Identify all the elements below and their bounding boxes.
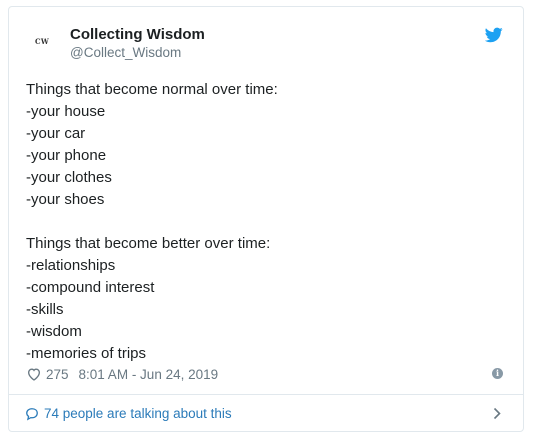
talking-label[interactable]: 74 people are talking about this [44, 406, 232, 421]
list-item: -your shoes [26, 191, 105, 208]
section-heading-better: Things that become better over time: [26, 235, 271, 252]
timestamp[interactable]: 8:01 AM - Jun 24, 2019 [79, 367, 219, 382]
avatar[interactable]: CW [25, 24, 59, 58]
list-item: -your phone [26, 147, 107, 164]
embedded-tweet-card[interactable]: CW Collecting Wisdom @Collect_Wisdom Thi… [8, 6, 524, 432]
section-heading-normal: Things that become normal over time: [26, 81, 278, 98]
tweet-meta: 275 8:01 AM - Jun 24, 2019 [26, 365, 218, 383]
speech-bubble-icon [26, 407, 38, 421]
talking-link[interactable]: 74 people are talking about this [9, 395, 523, 432]
list-item: -wisdom [26, 323, 82, 340]
list-item: -memories of trips [26, 345, 147, 362]
list-item: -compound interest [26, 279, 155, 296]
tweet-text: Things that become normal over time: -yo… [26, 79, 506, 365]
list-item: -relationships [26, 257, 116, 274]
list-item: -your car [26, 125, 86, 142]
list-item: -your clothes [26, 169, 112, 186]
tweet-header: CW Collecting Wisdom @Collect_Wisdom [9, 7, 523, 67]
chevron-right-icon[interactable] [493, 407, 501, 420]
info-icon[interactable]: i [492, 368, 503, 379]
twitter-bird-icon[interactable] [485, 27, 503, 43]
like-count[interactable]: 275 [46, 367, 69, 382]
heart-icon[interactable] [26, 366, 42, 382]
author-name[interactable]: Collecting Wisdom [70, 26, 205, 44]
list-item: -your house [26, 103, 106, 120]
list-item: -skills [26, 301, 64, 318]
author-handle[interactable]: @Collect_Wisdom [70, 45, 181, 61]
